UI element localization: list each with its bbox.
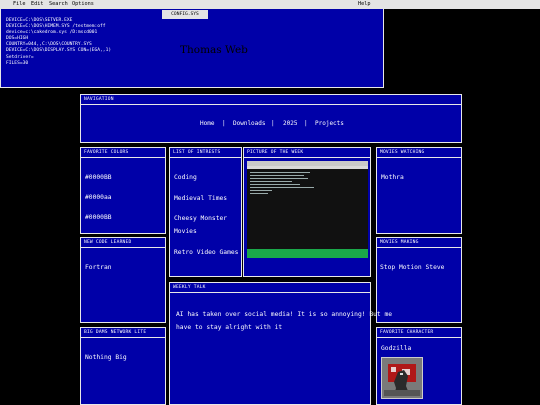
weekly-talk-line: AI has taken over social media! It is so… (176, 311, 393, 318)
thumb-text-line (250, 190, 272, 191)
thumb-text-line (250, 184, 300, 185)
config-line: FILES=30 (6, 60, 29, 66)
movies-making-title: MOVIES MAKING (377, 238, 461, 248)
interest-item: Movies (174, 228, 197, 235)
window-title: CONFIG.SYS (162, 10, 208, 19)
nav-link-home[interactable]: Home (200, 120, 214, 127)
thumb-taskbar (247, 249, 368, 258)
movies-watching-panel: MOVIES WATCHING (376, 147, 462, 234)
menu-search[interactable]: Search (49, 0, 68, 9)
big-dams-item: Nothing Big (85, 354, 127, 361)
navigation-title: NAVIGATION (81, 95, 461, 105)
movies-watching-title: MOVIES WATCHING (377, 148, 461, 158)
thumb-text-line (250, 175, 304, 176)
godzilla-image (381, 357, 423, 399)
nav-link-2025[interactable]: 2025 (283, 120, 297, 127)
page-heading: Thomas Web (180, 44, 248, 56)
interest-item: Medieval Times (174, 195, 228, 202)
interest-item: Retro Video Games (174, 249, 239, 256)
interests-title: LIST OF INTRESTS (170, 148, 241, 158)
color-item: #0000BB (85, 214, 112, 221)
navigation-panel: NAVIGATION (80, 94, 462, 143)
big-dams-title: BIG DAMS NETWORK LITE (81, 328, 165, 338)
config-window: File Edit Search Options Help CONFIG.SYS… (0, 0, 540, 88)
thumb-menubar (247, 166, 368, 169)
menu-edit[interactable]: Edit (31, 0, 44, 9)
weekly-talk-panel: WEEKLY TALK (169, 282, 371, 405)
thumb-text-line (250, 187, 314, 188)
menu-file[interactable]: File (13, 0, 26, 9)
weekly-talk-title: WEEKLY TALK (170, 283, 370, 293)
interest-item: Coding (174, 174, 197, 181)
favorite-character-item: Godzilla (381, 345, 412, 352)
nav-separator: | (222, 120, 226, 127)
godzilla-icon (382, 358, 422, 398)
thumb-text-line (250, 193, 268, 194)
nav-separator: | (304, 120, 308, 127)
config-line: DEVICE=C:\DOS\DISPLAY.SYS CON=(EGA,,1) (6, 48, 112, 54)
picture-of-week-image (247, 161, 368, 258)
new-code-item: Fortran (85, 264, 112, 271)
menu-bar: File Edit Search Options Help (0, 0, 540, 9)
movies-making-item: Stop Motion Steve (380, 264, 445, 271)
thumb-text-line (250, 181, 292, 182)
color-item: #0000aa (85, 194, 112, 201)
thumb-text-line (250, 178, 308, 179)
movies-watching-item: Mothra (381, 174, 404, 181)
menu-help[interactable]: Help (358, 0, 371, 9)
thumb-text-line (250, 172, 310, 173)
new-code-panel: NEW CODE LEARNED (80, 237, 166, 323)
nav-separator: | (271, 120, 275, 127)
picture-of-week-title: PICTURE OF THE WEEK (244, 148, 370, 158)
config-text[interactable]: DEVICE=C:\DOS\SETVER.EXE DEVICE=C:\DOS\HI… (6, 18, 111, 67)
favorite-character-title: FAVORITE CHARACTER (377, 328, 461, 338)
big-dams-panel: BIG DAMS NETWORK LITE (80, 327, 166, 405)
interests-panel: LIST OF INTRESTS (169, 147, 242, 277)
nav-link-projects[interactable]: Projects (315, 120, 344, 127)
weekly-talk-line: have to stay alright with it (176, 324, 283, 331)
menu-options[interactable]: Options (72, 0, 94, 9)
new-code-title: NEW CODE LEARNED (81, 238, 165, 248)
color-item: #0000BB (85, 174, 112, 181)
interest-item: Cheesy Monster (174, 215, 228, 222)
nav-link-downloads[interactable]: Downloads (233, 120, 266, 127)
favorite-colors-title: FAVORITE COLORS (81, 148, 165, 158)
